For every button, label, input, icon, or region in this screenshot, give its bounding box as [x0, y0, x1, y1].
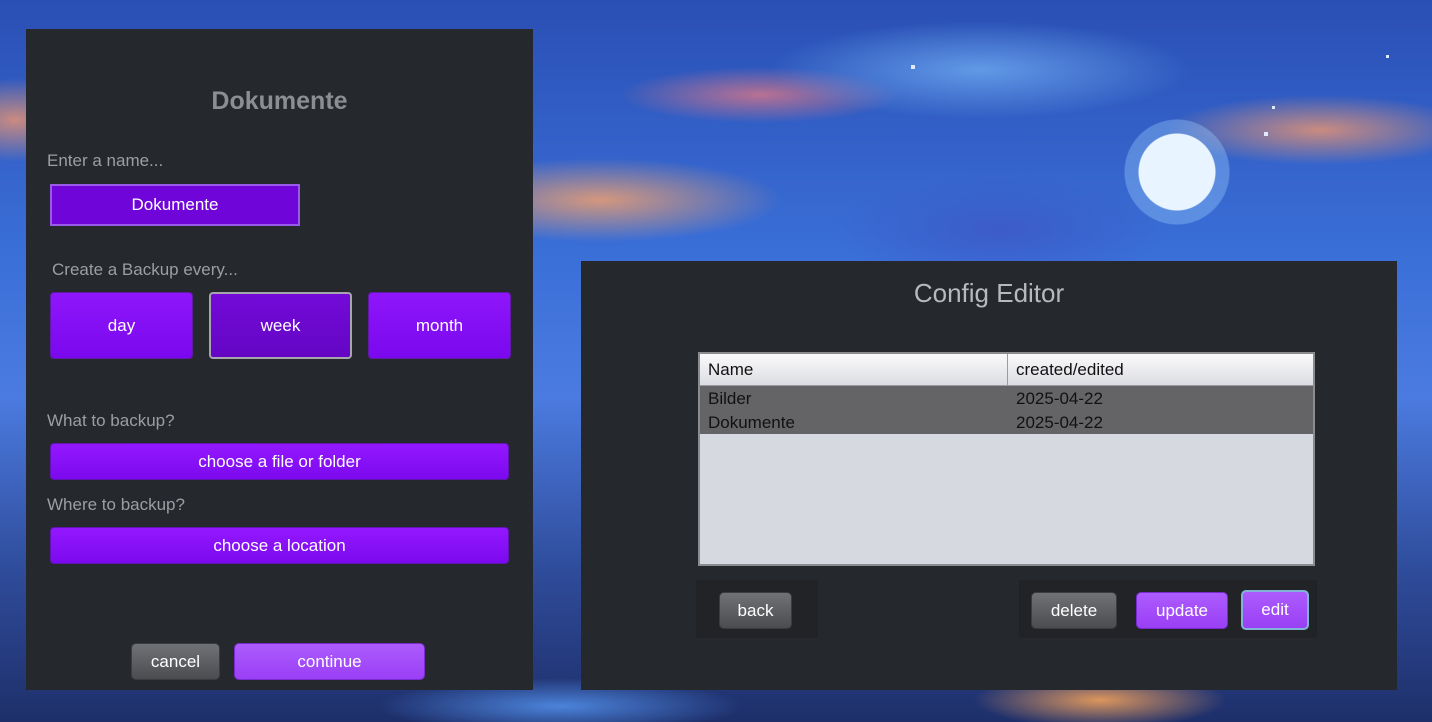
- choose-source-button[interactable]: choose a file or folder: [50, 443, 509, 480]
- frequency-week-button[interactable]: week: [209, 292, 352, 359]
- edit-button[interactable]: edit: [1241, 590, 1309, 630]
- table-row[interactable]: Bilder 2025-04-22: [700, 386, 1313, 410]
- config-editor-window: Config Editor Name created/edited Bilder…: [581, 261, 1397, 690]
- table-body: Bilder 2025-04-22 Dokumente 2025-04-22: [700, 386, 1313, 434]
- frequency-day-button[interactable]: day: [50, 292, 193, 359]
- cancel-button[interactable]: cancel: [131, 643, 220, 680]
- frequency-label: Create a Backup every...: [52, 260, 238, 279]
- source-label: What to backup?: [47, 411, 175, 430]
- column-header-created-edited[interactable]: created/edited: [1008, 354, 1313, 385]
- star-decoration: [1264, 132, 1268, 136]
- row-date: 2025-04-22: [1016, 389, 1103, 408]
- continue-button[interactable]: continue: [234, 643, 425, 680]
- table-header: Name created/edited: [700, 354, 1313, 386]
- row-date: 2025-04-22: [1016, 413, 1103, 432]
- backup-setup-dialog: Dokumente Enter a name... Create a Backu…: [26, 29, 533, 690]
- table-row[interactable]: Dokumente 2025-04-22: [700, 410, 1313, 434]
- row-name: Dokumente: [708, 413, 795, 432]
- frequency-month-button[interactable]: month: [368, 292, 511, 359]
- star-decoration: [1386, 55, 1389, 58]
- star-decoration: [1272, 106, 1275, 109]
- update-button[interactable]: update: [1136, 592, 1228, 629]
- column-header-name[interactable]: Name: [700, 354, 1008, 385]
- name-input[interactable]: [50, 184, 300, 226]
- delete-button[interactable]: delete: [1031, 592, 1117, 629]
- star-decoration: [911, 65, 915, 69]
- name-label: Enter a name...: [47, 151, 164, 170]
- dialog-title: Dokumente: [211, 87, 348, 115]
- choose-location-button[interactable]: choose a location: [50, 527, 509, 564]
- config-table: Name created/edited Bilder 2025-04-22 Do…: [698, 352, 1315, 566]
- back-button[interactable]: back: [719, 592, 792, 629]
- config-editor-title: Config Editor: [913, 278, 1065, 308]
- row-name: Bilder: [708, 389, 752, 408]
- target-label: Where to backup?: [47, 495, 185, 514]
